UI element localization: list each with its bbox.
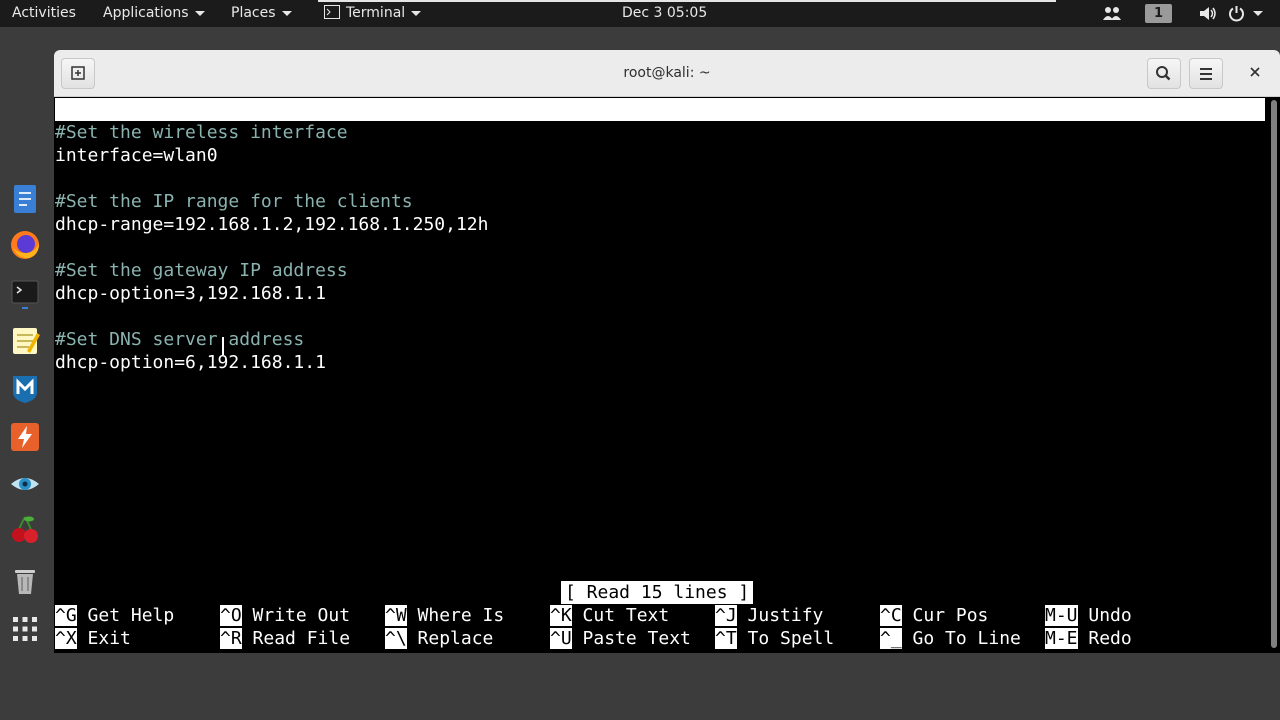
chevron-down-icon — [411, 10, 422, 16]
volume-icon[interactable] — [1199, 6, 1217, 21]
shortcut-item: ^J Justify — [715, 604, 823, 627]
places-label: Places — [231, 5, 276, 21]
config-line[interactable]: interface=wlan0 — [55, 144, 218, 167]
shortcut-item: ^O Write Out — [220, 604, 350, 627]
shortcut-key: ^X — [55, 628, 77, 649]
status-message: [ Read 15 lines ] — [561, 581, 754, 604]
shortcut-key: M-E — [1045, 628, 1078, 649]
shortcut-label: To Spell — [736, 628, 835, 649]
chevron-down-icon — [194, 10, 205, 16]
shortcut-item: M-U Undo — [1045, 604, 1132, 627]
text-editor-icon[interactable] — [9, 325, 41, 357]
shortcut-label: Justify — [736, 605, 824, 626]
shortcut-label: Paste Text — [571, 628, 691, 649]
places-menu[interactable]: Places — [231, 0, 292, 27]
applications-label: Applications — [103, 5, 189, 21]
power-icon[interactable] — [1228, 5, 1245, 22]
terminal-icon[interactable] — [9, 277, 41, 309]
shortcut-item: ^_ Go To Line — [880, 627, 1021, 650]
system-menu-chevron-icon[interactable] — [1253, 11, 1263, 16]
close-icon — [1250, 67, 1260, 77]
shortcut-key: M-U — [1045, 605, 1078, 626]
shortcut-key: ^R — [220, 628, 242, 649]
shortcut-label: Cur Pos — [901, 605, 989, 626]
top-bar: Activities Applications Places Terminal … — [0, 0, 1280, 27]
eye-icon[interactable] — [9, 468, 41, 500]
shortcut-label: Replace — [406, 628, 494, 649]
shortcut-item: ^X Exit — [55, 627, 131, 650]
comment-line[interactable]: #Set the gateway IP address — [55, 259, 348, 282]
clock[interactable]: Dec 3 05:05 — [622, 0, 707, 27]
comment-line[interactable]: #Set the IP range for the clients — [55, 190, 413, 213]
scrollbar[interactable] — [1271, 100, 1277, 648]
shortcut-key: ^_ — [880, 628, 902, 649]
shortcut-item: ^C Cur Pos — [880, 604, 988, 627]
chevron-down-icon — [281, 10, 292, 16]
hamburger-menu-icon — [1200, 68, 1212, 80]
config-line[interactable]: dhcp-range=192.168.1.2,192.168.1.250,12h — [55, 213, 488, 236]
window-title: root@kali: ~ — [623, 65, 711, 81]
shortcut-label: Write Out — [241, 605, 351, 626]
shortcut-label: Go To Line — [901, 628, 1021, 649]
shortcut-label: Cut Text — [571, 605, 670, 626]
shortcut-key: ^\ — [385, 628, 407, 649]
shortcut-key: ^W — [385, 605, 407, 626]
shortcut-label: Where Is — [406, 605, 505, 626]
config-line[interactable]: dhcp-option=3,192.168.1.1 — [55, 282, 326, 305]
comment-line[interactable]: #Set DNS server address — [55, 328, 304, 351]
shortcut-key: ^K — [550, 605, 572, 626]
shortcut-label: Get Help — [76, 605, 175, 626]
workspace-indicator[interactable]: 1 — [1145, 4, 1172, 23]
shortcut-item: ^R Read File — [220, 627, 350, 650]
shortcut-label: Undo — [1077, 605, 1132, 626]
shortcut-item: M-E Redo — [1045, 627, 1132, 650]
files-icon[interactable] — [9, 183, 41, 215]
search-button[interactable] — [1147, 58, 1181, 89]
nano-header: GNU nano 4.5 dnsmasq.conf — [55, 98, 1265, 166]
applications-menu[interactable]: Applications — [103, 0, 205, 27]
terminal-app-menu[interactable]: Terminal — [324, 0, 422, 27]
shortcut-label: Redo — [1077, 628, 1132, 649]
shortcut-label: Exit — [76, 628, 131, 649]
activities-button[interactable]: Activities — [12, 0, 76, 27]
menu-button[interactable] — [1189, 58, 1223, 89]
shortcut-item: ^U Paste Text — [550, 627, 691, 650]
shortcut-key: ^G — [55, 605, 77, 626]
shortcut-key: ^U — [550, 628, 572, 649]
terminal-window: root@kali: ~ GNU nano 4.5 dnsmasq.conf #… — [54, 50, 1280, 653]
text-cursor-icon — [222, 337, 224, 355]
metasploit-icon[interactable] — [9, 372, 41, 404]
shortcut-item: ^G Get Help — [55, 604, 174, 627]
title-bar[interactable]: root@kali: ~ — [54, 50, 1280, 97]
comment-line[interactable]: #Set the wireless interface — [55, 121, 348, 144]
terminal-label: Terminal — [346, 5, 406, 21]
shortcut-key: ^C — [880, 605, 902, 626]
dock — [0, 27, 50, 720]
firefox-icon[interactable] — [9, 229, 41, 261]
nano-filename: dnsmasq.conf — [616, 145, 747, 166]
app-grid-icon[interactable] — [9, 613, 41, 645]
shortcut-key: ^J — [715, 605, 737, 626]
shortcut-item: ^\ Replace — [385, 627, 493, 650]
search-icon — [1156, 66, 1171, 81]
shortcut-key: ^T — [715, 628, 737, 649]
people-icon[interactable] — [1103, 6, 1121, 21]
shortcut-item: ^T To Spell — [715, 627, 834, 650]
shortcut-item: ^K Cut Text — [550, 604, 669, 627]
close-button[interactable] — [1240, 58, 1270, 89]
config-line[interactable]: dhcp-option=6,192.168.1.1 — [55, 351, 326, 374]
trash-icon[interactable] — [9, 564, 41, 596]
terminal-small-icon — [324, 5, 340, 19]
shortcut-item: ^W Where Is — [385, 604, 504, 627]
cherrytree-icon[interactable] — [9, 514, 41, 546]
shortcut-key: ^O — [220, 605, 242, 626]
shortcut-label: Read File — [241, 628, 351, 649]
terminal-content[interactable]: GNU nano 4.5 dnsmasq.conf #Set the wirel… — [54, 97, 1266, 653]
burpsuite-icon[interactable] — [9, 421, 41, 453]
